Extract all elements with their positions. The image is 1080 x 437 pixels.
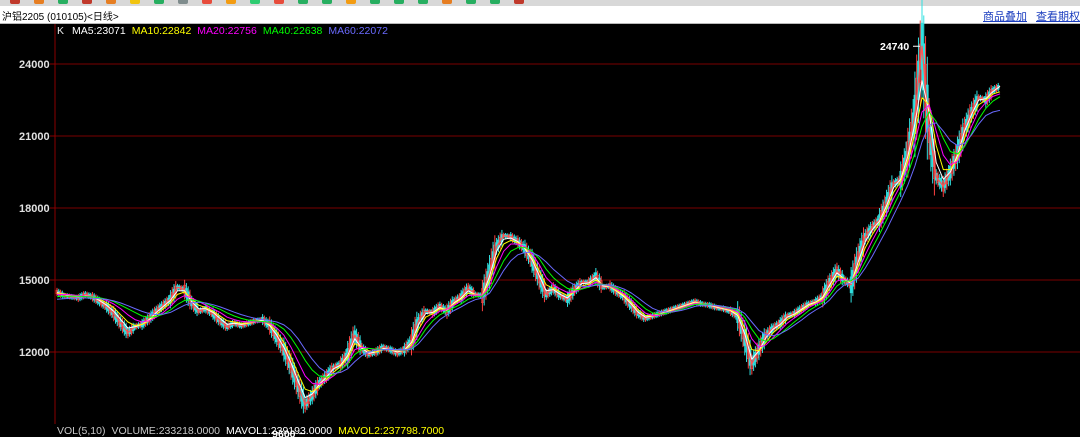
series-line-ma40 (56, 96, 1001, 378)
vol-params: VOL(5,10) (57, 425, 106, 437)
y-tick-label: 18000 (19, 203, 50, 215)
ma5-value: MA5:23071 (72, 25, 126, 37)
y-tick-label: 24000 (19, 59, 50, 71)
volume-value: VOLUME:233218.0000 (111, 425, 221, 437)
y-tick-label: 15000 (19, 275, 50, 287)
series-line-ma5 (56, 80, 1001, 399)
ma10-value: MA10:22842 (131, 25, 192, 37)
series-line-ma20 (57, 93, 1001, 385)
price-chart[interactable]: 1200015000180002100024000 247409600 (0, 0, 1080, 437)
y-tick-label: 21000 (19, 131, 50, 143)
ma60-value: MA60:22072 (328, 25, 388, 37)
series-line-ma60 (56, 109, 1001, 375)
peak-annotation: 24740 (880, 41, 909, 53)
ma20-value: MA20:22756 (197, 25, 257, 37)
mavol2-value: MAVOL2:237798.7000 (338, 425, 445, 437)
series-line-k (56, 45, 1001, 406)
y-tick-label: 12000 (19, 347, 50, 359)
volume-legend: VOL(5,10) VOLUME:233218.0000 MAVOL1:239193… (57, 425, 450, 437)
indicator-label: K (57, 25, 65, 37)
ma40-value: MA40:22638 (262, 25, 323, 37)
series-line-ma10 (56, 91, 1001, 393)
mavol1-value: MAVOL1:239193.0000 (226, 425, 333, 437)
ma-legend: K MA5:23071 MA10:22842 MA20:22756 MA40:22638… (57, 25, 394, 37)
